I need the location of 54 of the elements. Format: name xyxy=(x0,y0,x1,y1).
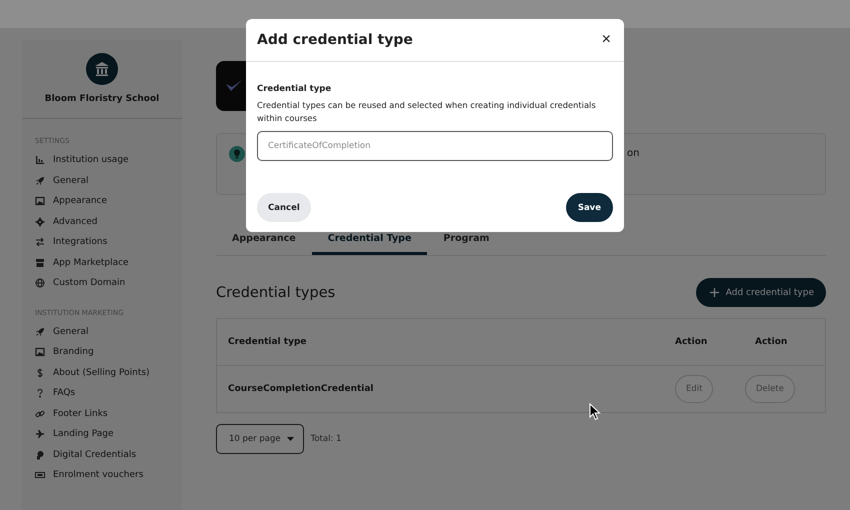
info-text: on xyxy=(627,148,640,159)
image-icon xyxy=(35,347,45,358)
per-page-dropdown[interactable]: 10 per page xyxy=(216,424,304,454)
sidebar-item[interactable]: Enrolment vouchers xyxy=(35,465,182,486)
institution-name: Bloom Floristry School xyxy=(44,94,160,104)
sidebar-item[interactable]: Institution usage xyxy=(35,150,182,170)
plus-icon xyxy=(710,288,719,297)
dialog-title: Add credential type xyxy=(257,32,413,48)
globe-icon xyxy=(35,278,45,288)
add-credential-type-button[interactable]: Add credential type xyxy=(696,278,826,307)
sidebar-item[interactable]: Footer Links xyxy=(35,404,182,424)
plane-icon xyxy=(35,429,45,440)
sidebar-item[interactable]: App Marketplace xyxy=(35,252,182,273)
question-icon xyxy=(35,388,45,398)
help-text: Credential types can be reused and selected when creating individual credentials within courses xyxy=(257,99,597,125)
sidebar-item[interactable]: Landing Page xyxy=(35,424,182,444)
gear-icon xyxy=(35,216,45,227)
chart-icon xyxy=(35,155,45,166)
sidebar-item[interactable]: Advanced xyxy=(35,212,182,232)
caret-icon xyxy=(286,437,294,441)
section-title: Credential types xyxy=(216,284,336,300)
column-header: Credential type xyxy=(227,337,308,347)
rocket-icon xyxy=(35,176,45,186)
sidebar-item[interactable]: Integrations xyxy=(35,232,182,252)
delete-button[interactable]: Delete xyxy=(745,375,795,403)
rocket-icon xyxy=(35,326,45,337)
image-icon xyxy=(35,196,45,206)
input-field[interactable]: CertificateOfCompletion xyxy=(257,131,613,161)
cursor-icon xyxy=(589,403,601,421)
edit-button[interactable]: Edit xyxy=(675,375,714,403)
save-button[interactable]: Save xyxy=(566,193,613,222)
ticket-icon xyxy=(35,470,45,480)
sidebar-item[interactable]: General xyxy=(35,170,182,191)
sidebar-item[interactable]: Custom Domain xyxy=(35,273,182,294)
sidebar-item[interactable]: Digital Credentials xyxy=(35,444,182,465)
sidebar-item[interactable]: FAQs xyxy=(35,383,182,404)
field-label: Credential type xyxy=(257,84,332,94)
sidebar-item[interactable]: Branding xyxy=(35,342,182,362)
sidebar-item[interactable]: About (Selling Points) xyxy=(35,362,182,383)
link-icon xyxy=(35,408,45,419)
dollar-icon xyxy=(35,368,45,378)
swap-arrows-icon xyxy=(35,237,45,248)
cancel-button[interactable]: Cancel xyxy=(257,193,311,222)
total-count: Total: 1 xyxy=(310,434,342,444)
column-header: Action xyxy=(675,337,708,347)
bank-icon xyxy=(86,53,118,85)
lightbulb-icon xyxy=(229,146,245,162)
check-icon xyxy=(226,80,242,92)
table-cell-text: CourseCompletionCredential xyxy=(227,384,375,394)
sidebar-item[interactable]: Appearance xyxy=(35,191,182,212)
close-button[interactable]: × xyxy=(600,32,613,48)
sidebar-item[interactable]: General xyxy=(35,322,182,342)
column-header: Action xyxy=(755,337,788,347)
store-icon xyxy=(35,258,45,268)
